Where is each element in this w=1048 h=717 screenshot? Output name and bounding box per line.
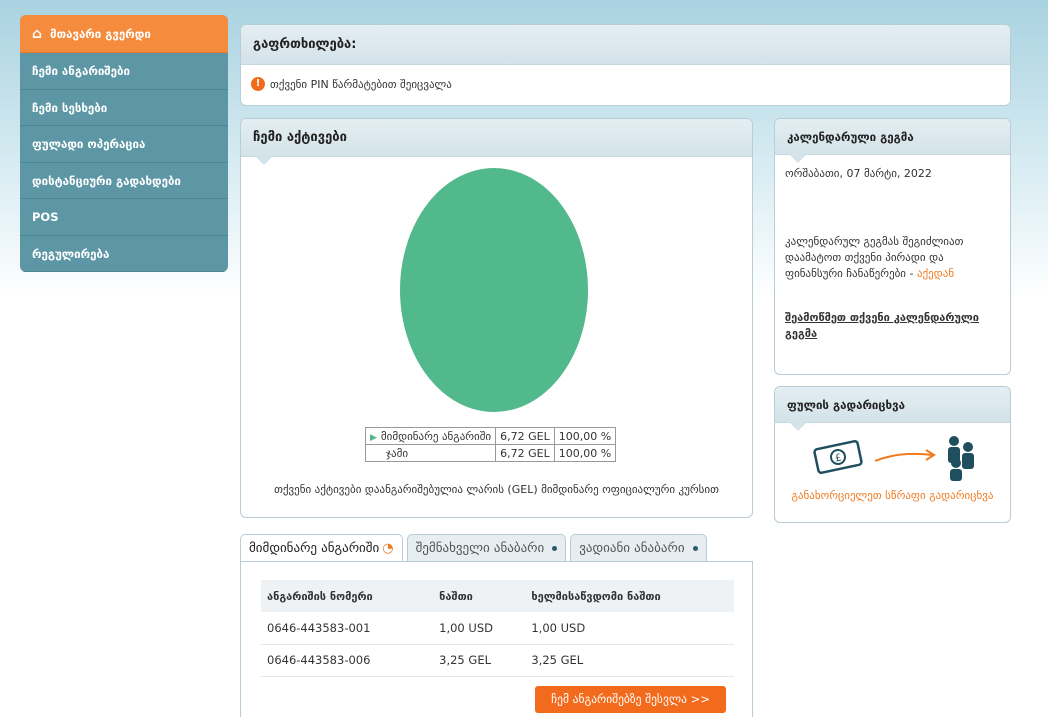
calendar-panel: კალენდარული გეგმა ორშაბათი, 07 მარტი, 20… — [774, 118, 1011, 375]
tab-term-label: ვადიანი ანაბარი — [579, 541, 685, 556]
account-available: 3,25 GEL — [525, 644, 734, 677]
warning-title: გაფრთხილება: — [241, 25, 1010, 65]
account-tabs: მიმდინარე ანგარიში ◔ შემნახველი ანაბარი ვ… — [240, 534, 707, 564]
tab-current-account[interactable]: მიმდინარე ანგარიში ◔ — [240, 534, 403, 564]
calendar-date: ორშაბათი, 07 მარტი, 2022 — [785, 167, 932, 180]
pie-slice-current-account[interactable] — [400, 168, 588, 412]
legend-percent: 100,00 % — [553, 427, 617, 445]
legend-row: ▶ მიმდინარე ანგარიში 6,72 GEL 100,00 % — [364, 427, 617, 445]
warning-body: ! თქვენი PIN წარმატებით შეიცვალა — [241, 65, 1010, 103]
dot-icon — [692, 546, 698, 551]
tab-term-deposit[interactable]: ვადიანი ანაბარი — [570, 534, 707, 562]
calendar-check-link[interactable]: შეამოწმეთ თქვენი კალენდარული გეგმა — [775, 282, 1010, 342]
sidebar-nav: ⌂ მთავარი გვერდი ჩემი ანგარიშები ჩემი სეს… — [20, 15, 228, 272]
legend-amount: 6,72 GEL — [495, 427, 555, 445]
legend-total-amount: 6,72 GEL — [495, 444, 555, 462]
header-balance: ნაშთი — [433, 580, 526, 612]
warning-message: თქვენი PIN წარმატებით შეიცვალა — [270, 77, 452, 91]
tab-current-account-label: მიმდინარე ანგარიში — [249, 541, 380, 556]
table-row[interactable]: 0646-443583-006 3,25 GEL 3,25 GEL — [261, 644, 734, 677]
sidebar-item-money-operation[interactable]: ფულადი ოპერაცია — [20, 126, 228, 163]
transfer-title-text: ფულის გადარიცხვა — [787, 398, 905, 412]
sidebar-item-accounts[interactable]: ჩემი ანგარიშები — [20, 53, 228, 90]
accounts-table: ანგარიშის ნომერი ნაშთი ხელმისაწვდომი ნაშ… — [261, 580, 734, 677]
assets-pie-chart — [400, 168, 588, 412]
warning-title-text: გაფრთხილება: — [253, 37, 357, 52]
transfer-title: ფულის გადარიცხვა — [775, 387, 1010, 431]
legend-total-text: ჯამი — [386, 446, 409, 460]
table-row[interactable]: 0646-443583-001 1,00 USD 1,00 USD — [261, 612, 734, 645]
legend-name-text: მიმდინარე ანგარიში — [380, 429, 492, 443]
pie-tab-icon: ◔ — [382, 541, 394, 556]
home-icon: ⌂ — [32, 26, 43, 42]
legend-row-total: ჯამი 6,72 GEL 100,00 % — [364, 444, 617, 462]
warning-panel: გაფრთხილება: ! თქვენი PIN წარმატებით შეი… — [240, 24, 1011, 106]
sidebar-item-loans[interactable]: ჩემი სესხები — [20, 90, 228, 126]
account-number: 0646-443583-001 — [261, 612, 434, 645]
calendar-title-text: კალენდარული გეგმა — [787, 130, 914, 144]
calendar-title: კალენდარული გეგმა — [775, 119, 1010, 163]
calendar-text: კალენდარულ გეგმას შეგიძლიათ დაამატოთ თქვ… — [775, 180, 1010, 282]
account-balance: 1,00 USD — [433, 612, 526, 645]
transfer-panel: ფულის გადარიცხვა £ განახორციელეთ სწრაფი … — [774, 386, 1011, 523]
header-account-number: ანგარიშის ნომერი — [261, 580, 434, 612]
assets-title: ჩემი აქტივები — [241, 119, 752, 165]
account-number: 0646-443583-006 — [261, 644, 434, 677]
tab-savings-label: შემნახველი ანაბარი — [415, 541, 545, 556]
legend-name: ▶ მიმდინარე ანგარიში — [364, 427, 497, 445]
header-available-balance: ხელმისაწვდომი ნაშთი — [525, 580, 734, 612]
play-marker-icon: ▶ — [370, 432, 377, 443]
quick-transfer-link[interactable]: განახორციელეთ სწრაფი გადარიცხვა — [775, 489, 1010, 502]
money-transfer-icon: £ — [813, 436, 974, 481]
accounts-header-row: ანგარიშის ნომერი ნაშთი ხელმისაწვდომი ნაშ… — [261, 580, 734, 612]
sidebar-item-settings[interactable]: რეგულირება — [20, 236, 228, 272]
assets-note: თქვენი აქტივები დაანგარიშებულია ლარის (G… — [274, 483, 719, 496]
tab-savings-deposit[interactable]: შემნახველი ანაბარი — [406, 534, 567, 562]
assets-title-text: ჩემი აქტივები — [253, 130, 347, 145]
legend-total-percent: 100,00 % — [553, 444, 617, 462]
sidebar-item-pos[interactable]: POS — [20, 199, 228, 236]
sidebar-item-label: მთავარი გვერდი — [50, 27, 151, 41]
sidebar-item-home[interactable]: ⌂ მთავარი გვერდი — [20, 15, 228, 53]
accounts-tab-content: ანგარიშის ნომერი ნაშთი ხელმისაწვდომი ნაშ… — [240, 561, 753, 717]
account-available: 1,00 USD — [525, 612, 734, 645]
legend-total-name: ჯამი — [364, 444, 497, 462]
calendar-here-link[interactable]: აქედან — [917, 267, 954, 280]
go-to-accounts-button[interactable]: ჩემ ანგარიშებზე შესვლა >> — [535, 686, 726, 713]
dot-icon — [552, 546, 558, 551]
sidebar-item-remote-payments[interactable]: დისტანციური გადახდები — [20, 163, 228, 199]
account-balance: 3,25 GEL — [433, 644, 526, 677]
assets-legend: ▶ მიმდინარე ანგარიში 6,72 GEL 100,00 % ჯა… — [364, 427, 617, 462]
exclamation-icon: ! — [251, 77, 265, 91]
assets-panel: ჩემი აქტივები ▶ მიმდინარე ანგარიში 6,72 G… — [240, 118, 753, 518]
